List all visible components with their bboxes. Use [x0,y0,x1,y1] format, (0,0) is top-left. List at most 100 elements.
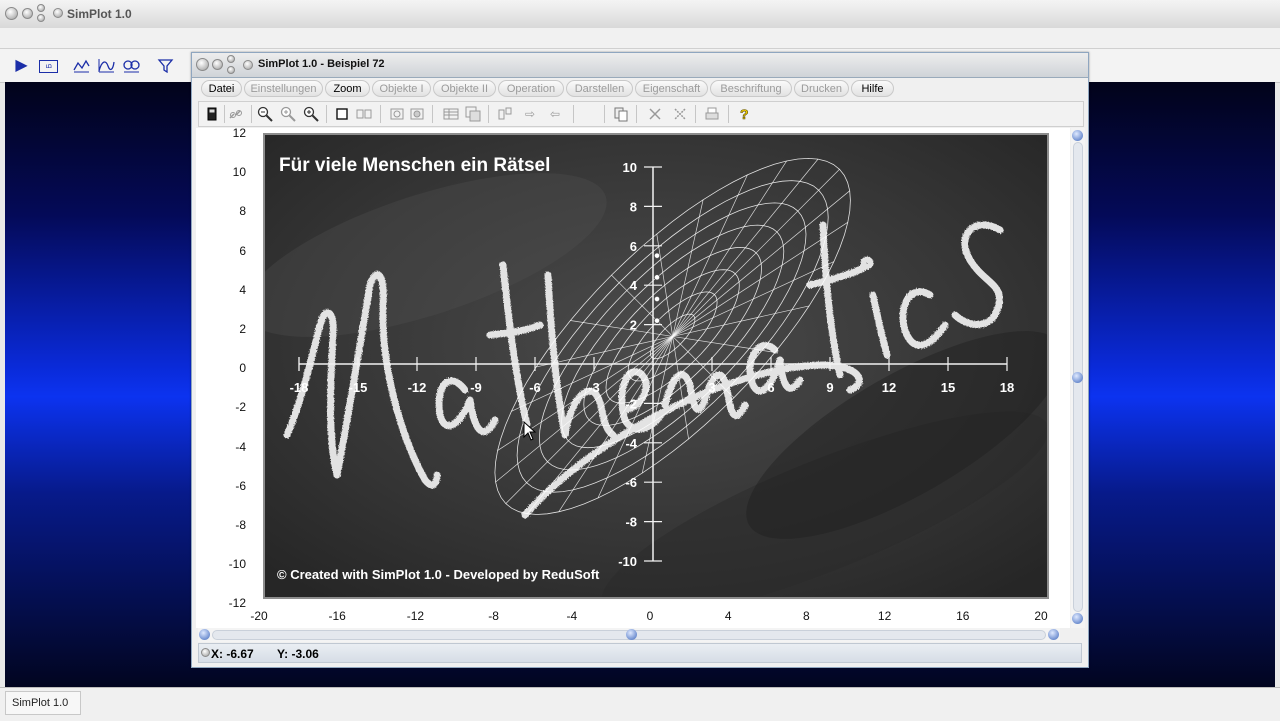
menu-operation[interactable]: Operation [498,80,564,97]
minimize-button[interactable] [22,8,33,19]
window-small-icon[interactable] [389,106,405,122]
vertical-scroll-thumb[interactable] [1072,372,1083,383]
horizontal-scrollbar[interactable] [198,628,1060,642]
status-indicator-icon [201,648,210,657]
outer-y-tick-label: 0 [239,361,246,376]
doc-icon [243,60,253,70]
xy-plot-icon[interactable] [98,58,115,73]
document-window: SimPlot 1.0 - Beispiel 72 Datei Einstell… [191,52,1089,668]
outer-y-tick-label: -4 [235,439,246,454]
link-icon[interactable] [228,106,244,122]
doc-maximize-button[interactable] [227,55,235,63]
marked-point [654,252,660,259]
coordinate-x: X: -6.67 [211,647,254,661]
outer-y-tick-label: 8 [239,204,246,219]
outer-x-tick-label: -8 [488,609,499,623]
scroll-left-button[interactable] [199,629,210,640]
cross-dotted-icon[interactable] [672,106,688,122]
y-tick-label: 4 [630,278,638,293]
zoom-out-icon[interactable] [280,106,296,122]
menu-einstellungen[interactable]: Einstellungen [244,80,323,97]
cross-icon[interactable] [647,106,663,122]
transform-icon[interactable] [465,106,481,122]
filter-icon[interactable] [157,58,174,74]
outer-x-tick-label: -16 [328,609,346,623]
doc-minimize-button[interactable] [212,59,223,70]
arrow-right-icon[interactable]: ⇨ [522,106,538,122]
main-titlebar: SimPlot 1.0 [0,0,1280,29]
menu-datei[interactable]: Datei [201,80,242,97]
plot-area[interactable]: 12 10 8 6 4 2 0 -2 -4 -6 -8 -10 -12 -20 -16 -12 -8 -4 0 4 8… [196,126,1070,628]
print-icon[interactable] [704,106,720,122]
x-tick-label: -3 [588,380,600,395]
y-tick-label: -8 [625,515,637,530]
window-icon[interactable]: ഥ [39,60,58,73]
x-tick-label: 18 [1000,380,1014,395]
compare-icon[interactable] [356,106,372,122]
copy-icon[interactable] [613,106,629,122]
outer-x-tick-label: 8 [803,609,810,623]
x-tick-label: -18 [290,380,309,395]
x-tick-label: 6 [767,380,774,395]
chalkboard-svg: -18 -15 -12 -9 -6 -3 3 6 9 12 15 18 10 8 6 4 2 -2 -4 -6 -8 -1… [265,135,1047,597]
marked-point [654,317,660,324]
outer-x-tick-label: 4 [724,609,732,623]
square-icon[interactable] [334,106,350,122]
split-icon[interactable] [497,106,513,122]
outer-y-tick-label: 4 [239,282,246,297]
outer-y-tick-label: 12 [232,126,246,140]
scroll-down-button[interactable] [1072,613,1083,624]
maximize-button[interactable] [37,4,45,12]
menu-zoom[interactable]: Zoom [325,80,370,97]
zoom-plot-icon[interactable] [123,58,140,73]
play-icon[interactable]: ▶ [13,58,30,74]
y-tick-label: 2 [630,318,637,333]
outer-x-tick-label: 12 [877,609,892,623]
board-heading: Für viele Menschen ein Rätsel [279,155,550,176]
menu-objekte-2[interactable]: Objekte II [433,80,496,97]
x-tick-label: -15 [349,380,368,395]
doc-close-button[interactable] [227,66,235,74]
chalkboard-image: -18 -15 -12 -9 -6 -3 3 6 9 12 15 18 10 8 6 4 2 -2 -4 -6 -8 -1… [263,133,1049,599]
status-cell: SimPlot 1.0 [5,691,81,715]
menu-darstellen[interactable]: Darstellen [566,80,633,97]
outer-x-tick-label: -12 [406,609,425,623]
outer-x-tick-label: -4 [566,609,578,623]
x-tick-label: 15 [941,380,955,395]
table-icon[interactable] [443,106,459,122]
horizontal-scroll-thumb[interactable] [626,629,637,640]
outer-y-tick-label: -10 [228,557,246,572]
zoom-in-icon[interactable] [257,106,273,122]
vertical-scrollbar[interactable] [1071,128,1085,628]
y-tick-label: 8 [630,199,637,214]
window-menu-button[interactable] [5,7,18,20]
y-tick-label: -10 [618,554,637,569]
menu-objekte-1[interactable]: Objekte I [372,80,431,97]
menu-hilfe[interactable]: Hilfe [851,80,894,97]
document-title: SimPlot 1.0 - Beispiel 72 [258,58,385,70]
window-restore-icon[interactable] [409,106,425,122]
arrow-left-icon[interactable]: ⇦ [547,106,563,122]
outer-x-tick-label: -20 [250,609,268,623]
y-tick-label: -4 [625,436,637,451]
scroll-right-button[interactable] [1048,629,1059,640]
outer-y-tick-label: -8 [235,518,246,532]
menu-drucken[interactable]: Drucken [794,80,849,97]
menu-beschriftung[interactable]: Beschriftung [710,80,792,97]
calculator-icon[interactable] [204,106,220,122]
scroll-up-button[interactable] [1072,130,1083,141]
line-chart-icon[interactable] [73,58,90,73]
coordinate-y: Y: -3.06 [277,647,319,661]
outer-y-tick-label: 2 [239,322,246,336]
main-menubar [0,28,1280,49]
zoom-fit-icon[interactable] [303,106,319,122]
app-icon [53,8,63,18]
help-icon[interactable]: ? [736,106,752,123]
app-title: SimPlot 1.0 [67,7,132,21]
menu-eigenschaft[interactable]: Eigenschaft [635,80,708,97]
close-button[interactable] [37,14,45,22]
outer-x-tick-label: 16 [956,609,970,623]
doc-window-menu-button[interactable] [196,58,209,71]
marked-point [654,296,660,302]
document-toolbar: ⇨ ⇦ ? [198,101,1084,127]
